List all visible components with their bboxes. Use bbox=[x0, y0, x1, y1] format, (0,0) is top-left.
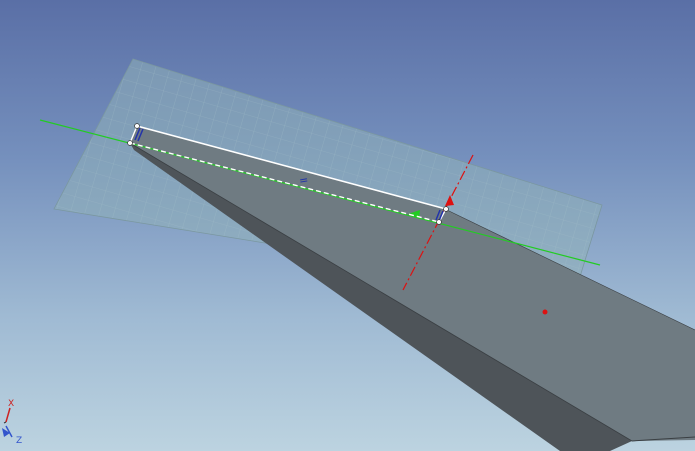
3d-viewport[interactable]: = X Z bbox=[0, 0, 695, 451]
red-point-marker[interactable] bbox=[542, 309, 548, 315]
scene-canvas[interactable]: = X Z bbox=[0, 0, 695, 451]
triad-z-label: Z bbox=[16, 436, 22, 446]
vertex-bottom-right bbox=[436, 219, 442, 225]
vertex-top-left bbox=[134, 123, 140, 129]
triad-x-label: X bbox=[8, 399, 14, 409]
vertex-bottom-left bbox=[127, 140, 133, 146]
vertex-top-right bbox=[443, 206, 449, 212]
axis-triad: X Z bbox=[2, 399, 22, 446]
